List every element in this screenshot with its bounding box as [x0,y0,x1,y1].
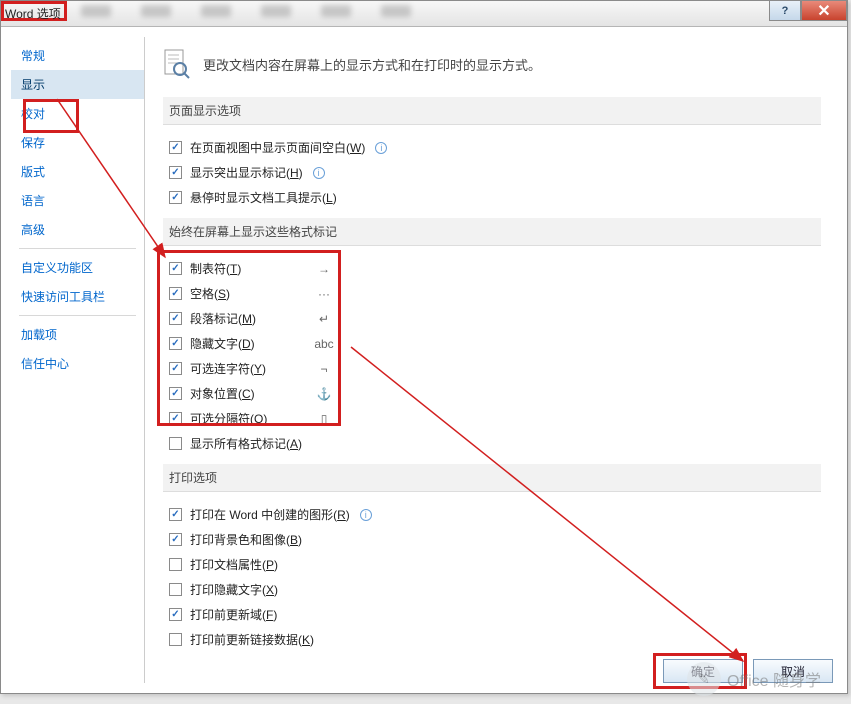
titlebar: Word 选项 ? ✕ [1,1,847,27]
sidebar-item-a5[interactable]: 语言 [11,186,144,215]
option-row: 对象位置(C) ⚓ [163,381,337,406]
checkbox[interactable] [169,337,182,350]
window-title: Word 选项 [1,5,61,22]
sidebar-item-a0[interactable]: 常规 [11,41,144,70]
option-row: 制表符(T) → [163,256,337,281]
option-row: 打印前更新域(F) [163,602,821,627]
info-icon[interactable]: i [360,509,372,521]
intro-row: 更改文档内容在屏幕上的显示方式和在打印时的显示方式。 [163,49,821,79]
format-symbol: ↵ [311,312,337,326]
checkbox[interactable] [169,387,182,400]
option-label[interactable]: 在页面视图中显示页面间空白(W) [190,139,365,156]
option-label[interactable]: 打印文档属性(P) [190,556,278,573]
sidebar: 常规显示校对保存版式语言高级 自定义功能区快速访问工具栏 加载项信任中心 [11,37,145,683]
checkbox[interactable] [169,141,182,154]
checkbox[interactable] [169,262,182,275]
option-label[interactable]: 打印前更新链接数据(K) [190,631,314,648]
format-symbol: → [311,262,337,276]
watermark-icon: ✎ [687,662,721,696]
sidebar-item-a2[interactable]: 校对 [11,99,144,128]
titlebar-blur-bg [81,5,767,21]
sidebar-item-b0[interactable]: 自定义功能区 [11,253,144,282]
format-marks-block: 制表符(T) → 空格(S) ··· 段落标记(M) ↵ 隐藏文字(D) abc 可选连字符(Y… [163,256,337,431]
checkbox[interactable] [169,508,182,521]
dialog-body: 常规显示校对保存版式语言高级 自定义功能区快速访问工具栏 加载项信任中心 [1,27,847,693]
option-row: 打印在 Word 中创建的图形(R) i [163,502,821,527]
option-label[interactable]: 打印前更新域(F) [190,606,277,623]
option-row: 隐藏文字(D) abc [163,331,337,356]
format-symbol: abc [311,337,337,351]
sidebar-item-c1[interactable]: 信任中心 [11,349,144,378]
checkbox[interactable] [169,633,182,646]
option-row: 打印前更新链接数据(K) [163,627,821,652]
option-label[interactable]: 段落标记(M) [190,310,256,327]
sidebar-item-a4[interactable]: 版式 [11,157,144,186]
section-print: 打印选项 [163,464,821,492]
checkbox[interactable] [169,583,182,596]
format-symbol: ⚓ [311,387,337,401]
checkbox[interactable] [169,533,182,546]
option-label[interactable]: 显示突出显示标记(H) [190,164,303,181]
document-magnify-icon [163,49,191,79]
option-row: 悬停时显示文档工具提示(L) [163,185,821,210]
sidebar-item-b1[interactable]: 快速访问工具栏 [11,282,144,311]
word-options-dialog: Word 选项 ? ✕ 常规显示校对保存版式语言高级 自定义功能区快速访问工具栏… [0,0,848,694]
option-row: 在页面视图中显示页面间空白(W) i [163,135,821,160]
option-row: 打印背景色和图像(B) [163,527,821,552]
option-label[interactable]: 显示所有格式标记(A) [190,435,302,452]
option-row: 打印文档属性(P) [163,552,821,577]
option-label[interactable]: 隐藏文字(D) [190,335,255,352]
option-label[interactable]: 可选连字符(Y) [190,360,266,377]
option-label[interactable]: 可选分隔符(O) [190,410,267,427]
info-icon[interactable]: i [313,167,325,179]
option-label[interactable]: 空格(S) [190,285,230,302]
sidebar-item-a1[interactable]: 显示 [11,70,144,99]
info-icon[interactable]: i [375,142,387,154]
section-page-display: 页面显示选项 [163,97,821,125]
checkbox[interactable] [169,362,182,375]
checkbox[interactable] [169,608,182,621]
option-row: 显示突出显示标记(H) i [163,160,821,185]
checkbox[interactable] [169,412,182,425]
option-row: 空格(S) ··· [163,281,337,306]
sidebar-item-a6[interactable]: 高级 [11,215,144,244]
checkbox[interactable] [169,191,182,204]
help-button[interactable]: ? [769,1,801,21]
option-row: 段落标记(M) ↵ [163,306,337,331]
checkbox[interactable] [169,558,182,571]
option-row: 显示所有格式标记(A) [163,431,821,456]
watermark: ✎ Office 随身学 [687,662,821,696]
window-controls: ? ✕ [769,1,847,21]
section-format-marks: 始终在屏幕上显示这些格式标记 [163,218,821,246]
checkbox[interactable] [169,166,182,179]
option-label[interactable]: 制表符(T) [190,260,241,277]
sidebar-item-a3[interactable]: 保存 [11,128,144,157]
checkbox[interactable] [169,437,182,450]
option-label[interactable]: 悬停时显示文档工具提示(L) [190,189,337,206]
option-row: 可选连字符(Y) ¬ [163,356,337,381]
option-label[interactable]: 打印背景色和图像(B) [190,531,302,548]
checkbox[interactable] [169,287,182,300]
checkbox[interactable] [169,312,182,325]
option-row: 打印隐藏文字(X) [163,577,821,602]
option-row: 可选分隔符(O) ▯ [163,406,337,431]
option-label[interactable]: 打印在 Word 中创建的图形(R) [190,506,350,523]
format-symbol: ¬ [311,362,337,376]
format-symbol: ··· [311,287,337,301]
option-label[interactable]: 打印隐藏文字(X) [190,581,278,598]
intro-text: 更改文档内容在屏幕上的显示方式和在打印时的显示方式。 [203,55,541,74]
close-button[interactable]: ✕ [801,1,847,21]
content-panel: 更改文档内容在屏幕上的显示方式和在打印时的显示方式。 页面显示选项 在页面视图中… [145,37,837,683]
watermark-text: Office 随身学 [727,667,821,691]
sidebar-item-c0[interactable]: 加载项 [11,320,144,349]
option-label[interactable]: 对象位置(C) [190,385,255,402]
format-symbol: ▯ [311,412,337,426]
